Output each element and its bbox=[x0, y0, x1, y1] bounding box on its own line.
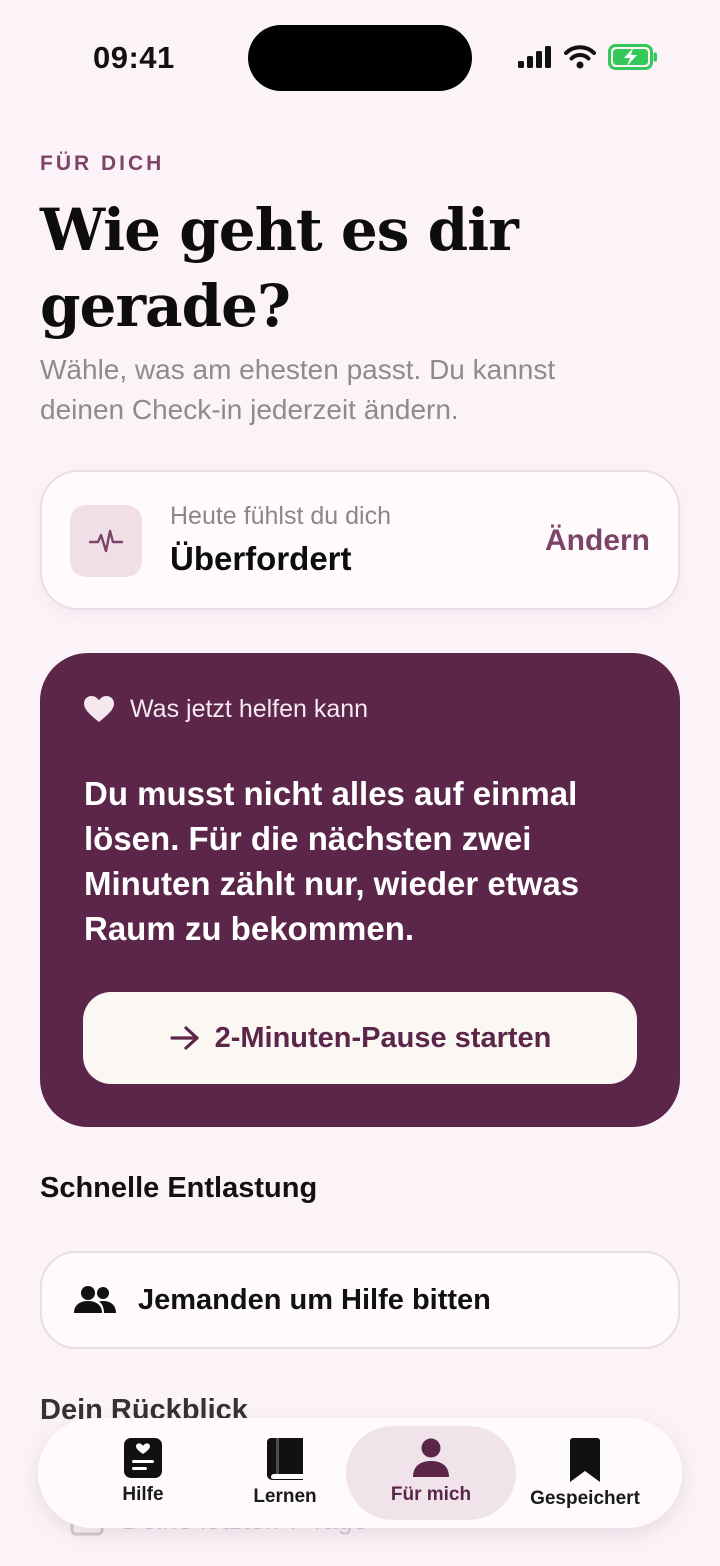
pulse-icon bbox=[70, 505, 142, 577]
start-pause-button[interactable]: 2-Minuten-Pause starten bbox=[83, 992, 637, 1084]
help-suggestion-card: Was jetzt helfen kann Du musst nicht all… bbox=[40, 653, 680, 1127]
status-bar: 09:41 bbox=[0, 0, 720, 116]
checkin-label: Heute fühlst du dich bbox=[170, 502, 391, 530]
tab-gespeichert-label: Gespeichert bbox=[530, 1488, 640, 1509]
bottom-tab-bar: Hilfe Lernen Für mich Gespeichert bbox=[38, 1418, 682, 1528]
tab-lernen-label: Lernen bbox=[253, 1486, 317, 1507]
ask-for-help-item[interactable]: Jemanden um Hilfe bitten bbox=[40, 1251, 680, 1349]
status-time: 09:41 bbox=[93, 40, 175, 75]
bookmark-icon bbox=[570, 1438, 600, 1482]
person-icon bbox=[413, 1438, 449, 1477]
page-title: Wie geht es dir gerade? bbox=[40, 196, 519, 340]
tab-lernen[interactable]: Lernen bbox=[200, 1426, 370, 1520]
people-icon bbox=[74, 1286, 116, 1313]
mood-checkin-card[interactable]: Heute fühlst du dich Überfordert Ändern bbox=[40, 470, 680, 610]
heart-icon bbox=[84, 696, 114, 722]
section-eyebrow: FÜR DICH bbox=[40, 152, 165, 175]
start-pause-button-label: 2-Minuten-Pause starten bbox=[214, 1021, 552, 1054]
quick-relief-title: Schnelle Entlastung bbox=[40, 1172, 318, 1204]
tab-fuer-mich[interactable]: Für mich bbox=[346, 1426, 516, 1520]
battery-charging-icon bbox=[608, 44, 657, 70]
ask-for-help-label: Jemanden um Hilfe bitten bbox=[138, 1283, 491, 1316]
help-card-header-label: Was jetzt helfen kann bbox=[130, 695, 369, 723]
dynamic-island bbox=[248, 25, 472, 91]
cellular-signal-icon bbox=[518, 46, 551, 68]
help-card-message: Du musst nicht alles auf einmal lösen. F… bbox=[84, 775, 580, 947]
wifi-icon bbox=[564, 45, 596, 69]
status-icons bbox=[518, 44, 658, 70]
page-subtitle: Wähle, was am ehesten passt. Du kannst d… bbox=[40, 354, 556, 425]
tab-fuer-mich-label: Für mich bbox=[390, 1484, 472, 1505]
arrow-right-icon bbox=[169, 1026, 199, 1050]
tab-hilfe-label: Hilfe bbox=[122, 1484, 164, 1505]
tab-gespeichert[interactable]: Gespeichert bbox=[500, 1426, 670, 1520]
checkin-mood-value: Überfordert bbox=[170, 540, 352, 577]
help-card-icon bbox=[124, 1438, 162, 1478]
book-icon bbox=[267, 1438, 303, 1480]
help-card-header: Was jetzt helfen kann bbox=[84, 695, 368, 724]
change-mood-button[interactable]: Ändern bbox=[545, 524, 650, 558]
